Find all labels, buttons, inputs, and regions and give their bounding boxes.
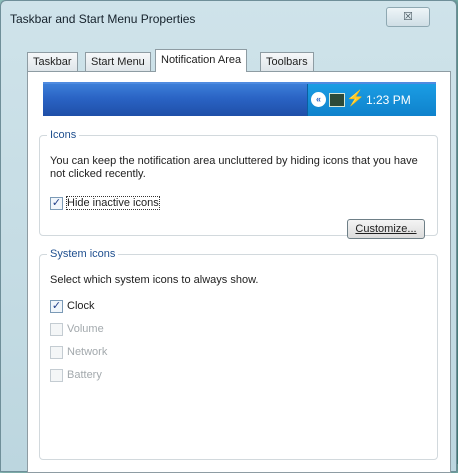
tab-notification-area[interactable]: Notification Area [155,49,248,72]
checkbox-box [50,369,63,382]
checkbox-box[interactable]: ✓ [50,197,63,210]
checkbox-box [50,323,63,336]
hide-inactive-icons-label[interactable]: Hide inactive icons [66,196,160,210]
volume-label: Volume [67,323,104,335]
monitor-icon [329,93,345,107]
customize-button[interactable]: Customize... [347,219,425,239]
close-button[interactable]: ☒ [386,7,430,27]
close-icon: ☒ [403,11,413,23]
customize-button-label: Customize... [355,223,417,235]
properties-dialog: Taskbar and Start Menu Properties ☒ Task… [0,0,457,473]
tab-start-menu[interactable]: Start Menu [85,52,151,71]
clock-time: 1:23 PM [366,93,411,107]
notification-area-preview: « ⚡ 1:23 PM [307,84,436,116]
title-bar: Taskbar and Start Menu Properties ☒ [1,1,456,35]
tab-panel-notification-area: « ⚡ 1:23 PM Icons You can keep the notif… [27,71,451,473]
power-icon: ⚡ [346,90,365,107]
window-title: Taskbar and Start Menu Properties [10,12,196,26]
system-icons-group: System icons Select which system icons t… [39,248,438,460]
icons-group: Icons You can keep the notification area… [39,129,438,239]
tab-taskbar[interactable]: Taskbar [27,52,78,71]
checkbox-box [50,346,63,359]
network-label: Network [67,346,108,358]
icons-group-legend: Icons [50,129,77,141]
clock-label[interactable]: Clock [67,300,95,312]
taskbar-preview: « ⚡ 1:23 PM [43,82,436,116]
tab-toolbars[interactable]: Toolbars [260,52,314,71]
checkbox-box[interactable]: ✓ [50,300,63,313]
system-icons-legend: System icons [50,248,116,260]
icons-description: You can keep the notification area unclu… [50,155,418,180]
system-icons-description: Select which system icons to always show… [50,274,259,286]
chevron-left-icon: « [311,92,326,107]
battery-label: Battery [67,369,102,381]
